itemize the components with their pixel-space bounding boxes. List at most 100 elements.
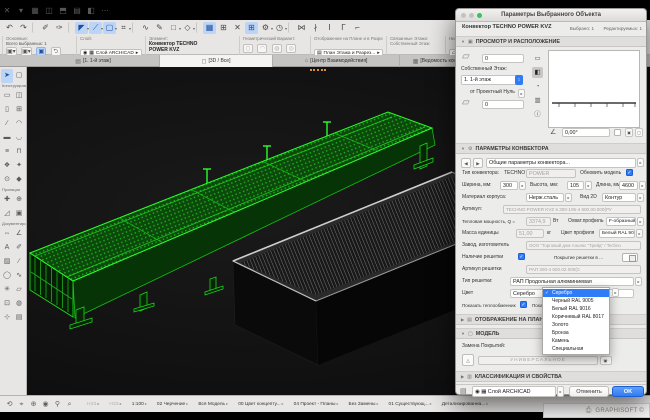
item-7[interactable]: Без Замены <box>346 399 382 409</box>
color-option-7[interactable]: Специальная <box>543 345 609 353</box>
profile-field[interactable]: F-образный <box>606 217 636 226</box>
arrow-tool[interactable]: ➤ <box>1 69 13 83</box>
line-tool[interactable]: ∕ <box>13 255 25 269</box>
section-classification[interactable]: ▶ ▥ КЛАССИФИКАЦИЯ И СВОЙСТВА <box>456 371 646 382</box>
height-field[interactable]: 105 <box>567 181 584 190</box>
stair-tool[interactable]: ≡ <box>1 145 13 159</box>
story-stepper[interactable]: ↕ <box>515 75 523 85</box>
elevation-tool[interactable]: ⊕ <box>13 193 25 207</box>
object-tool[interactable]: ❖ <box>1 159 13 173</box>
geometry-variant-1-icon[interactable]: ◻ <box>243 44 253 53</box>
preview-plan-icon[interactable]: ▭ <box>532 53 543 64</box>
shape-dropdown[interactable]: □▾ <box>167 22 180 34</box>
offset-top-field[interactable]: 0 <box>482 54 524 63</box>
window-tool[interactable]: ⊞ <box>13 103 25 117</box>
hotspot-tool[interactable]: ✳ <box>1 283 13 297</box>
palette-more-icon[interactable]: ⋯ <box>99 5 111 17</box>
free-angle-button[interactable]: ▢ <box>635 128 643 137</box>
view2d-field[interactable]: Контур <box>602 193 636 202</box>
color-option-0[interactable]: Серебро <box>543 289 609 297</box>
tab-floor-plan[interactable]: ▤ [1. 1-й этаж] <box>27 55 160 67</box>
tab-3d-view[interactable]: ◻ [3D / Все] <box>160 55 273 67</box>
zone-tool[interactable]: ⊙ <box>1 173 13 187</box>
ok-button[interactable]: OK <box>612 386 644 397</box>
update-model-checkbox[interactable]: ✓ <box>626 169 633 176</box>
preview-3d-icon[interactable]: ◔ <box>532 81 543 92</box>
lock-dropdown[interactable]: ◇▾ <box>181 22 194 34</box>
lamp-tool[interactable]: ✦ <box>13 159 25 173</box>
syringe-icon[interactable]: ✑ <box>53 22 66 34</box>
tab-action-center[interactable]: ⌂ [Центр Взаимодействия] <box>273 55 400 67</box>
grate-type-stepper[interactable]: ▸ <box>635 277 642 286</box>
orbit-icon[interactable]: ⟲ <box>4 399 15 410</box>
grate-checkbox[interactable]: ✓ <box>518 253 525 260</box>
coating-menu-button[interactable]: ▣· <box>600 356 612 365</box>
slab-tool[interactable]: ▬ <box>1 131 13 145</box>
paint-bucket-button[interactable]: △ <box>462 354 474 366</box>
show-heat-exchanger-checkbox[interactable]: ✓ <box>520 301 527 308</box>
drawing-tool[interactable]: ⊡ <box>1 297 13 311</box>
matrix-icon[interactable]: ⊞ <box>217 22 230 34</box>
color-option-1[interactable]: Черный RAL 9005 <box>543 297 609 305</box>
item-4[interactable]: Вся Модель <box>195 399 231 409</box>
body-material-field[interactable]: Нерж.сталь <box>526 193 564 202</box>
palette-rows-icon[interactable]: ▤ <box>71 5 83 17</box>
view2d-stepper[interactable]: ▸ <box>637 193 644 202</box>
home-story-dropdown[interactable]: 1. 1-й этаж <box>461 75 523 85</box>
printer-icon[interactable]: ⎙ <box>586 407 592 415</box>
item-0[interactable]: НЗЗ <box>84 399 102 409</box>
profile-stepper[interactable]: ▸ <box>637 217 644 226</box>
geometry-variant-4-icon[interactable]: ◎ <box>286 44 296 53</box>
geometry-variant-2-icon[interactable]: ◠ <box>257 44 267 53</box>
column-tool[interactable]: ▯ <box>1 103 13 117</box>
grate-cover-swatch[interactable] <box>622 253 638 262</box>
roof-tool[interactable]: ◠ <box>13 117 25 131</box>
width-field[interactable]: 300 <box>500 181 518 190</box>
item-2[interactable]: 1:100 <box>129 399 150 409</box>
element-name-line2[interactable]: POWER KVZ <box>149 47 237 53</box>
datum-field[interactable]: 0 <box>482 100 524 109</box>
profile-color-stepper[interactable]: ▸ <box>636 229 643 238</box>
item-1[interactable]: НЗЗ <box>106 399 124 409</box>
camera-tool[interactable]: ◍ <box>13 297 25 311</box>
item-8[interactable]: 01 Существующ... <box>386 399 435 409</box>
group-icon[interactable]: ▦ <box>203 22 216 34</box>
spline-icon[interactable]: ∿ <box>139 22 152 34</box>
undo-icon[interactable]: ↶ <box>3 22 16 34</box>
params-back-button[interactable]: ◀ <box>461 158 471 168</box>
circle-tool[interactable]: ◯ <box>1 269 13 283</box>
body-material-stepper[interactable]: ▸ <box>565 193 572 202</box>
length-stepper[interactable]: ▸ <box>639 181 646 190</box>
pen-icon[interactable]: ✎ <box>153 22 166 34</box>
item-3[interactable]: 02 Черчение <box>154 399 191 409</box>
marquee-mode-dropdown[interactable]: ▢▾ <box>103 22 116 34</box>
color-option-3[interactable]: Коричневый RAL 8017 <box>543 313 609 321</box>
grid-snap-dropdown[interactable]: ⌗▾ <box>117 22 130 34</box>
door-tool[interactable]: ◫ <box>13 89 25 103</box>
explore-icon[interactable]: ⌖ <box>16 399 27 410</box>
params-page-stepper[interactable]: ▸ <box>637 158 644 167</box>
params-forward-button[interactable]: ▶ <box>473 158 483 168</box>
shell-tool[interactable]: ◡ <box>13 131 25 145</box>
gear-dropdown[interactable]: ⚙▾ <box>259 22 272 34</box>
figure-tool[interactable]: ▱ <box>13 283 25 297</box>
arrow-mode-dropdown[interactable]: ◤▾ <box>75 22 88 34</box>
color-option-5[interactable]: Бронза <box>543 329 609 337</box>
dimension-tool[interactable]: ⇔ <box>1 227 13 241</box>
text-tool[interactable]: A <box>1 241 13 255</box>
color-option-6[interactable]: Камень <box>543 337 609 345</box>
footer-layer-dropdown[interactable]: ◉ ▦ Слой ARCHICAD <box>472 386 556 397</box>
length-field[interactable]: 4600 <box>619 181 638 190</box>
color-option-4[interactable]: Золото <box>543 321 609 329</box>
angle-dimension-tool[interactable]: ∠ <box>13 227 25 241</box>
mirror-checkbox[interactable] <box>614 129 621 136</box>
section-tool[interactable]: ✚ <box>1 193 13 207</box>
geometry-variant-3-icon[interactable]: ◍ <box>272 44 282 53</box>
section-preview-positioning[interactable]: ▼ ▣ ПРОСМОТР И РАСПОЛОЖЕНИЕ <box>456 36 646 47</box>
walk-icon[interactable]: ⚲ <box>52 399 63 410</box>
fillet-icon[interactable]: Γ <box>337 22 350 34</box>
worksheet-tool[interactable]: ▣ <box>13 207 25 221</box>
redo-icon[interactable]: ↷ <box>17 22 30 34</box>
eyedropper-icon[interactable]: ✐ <box>39 22 52 34</box>
label-tool[interactable]: ✐ <box>13 241 25 255</box>
